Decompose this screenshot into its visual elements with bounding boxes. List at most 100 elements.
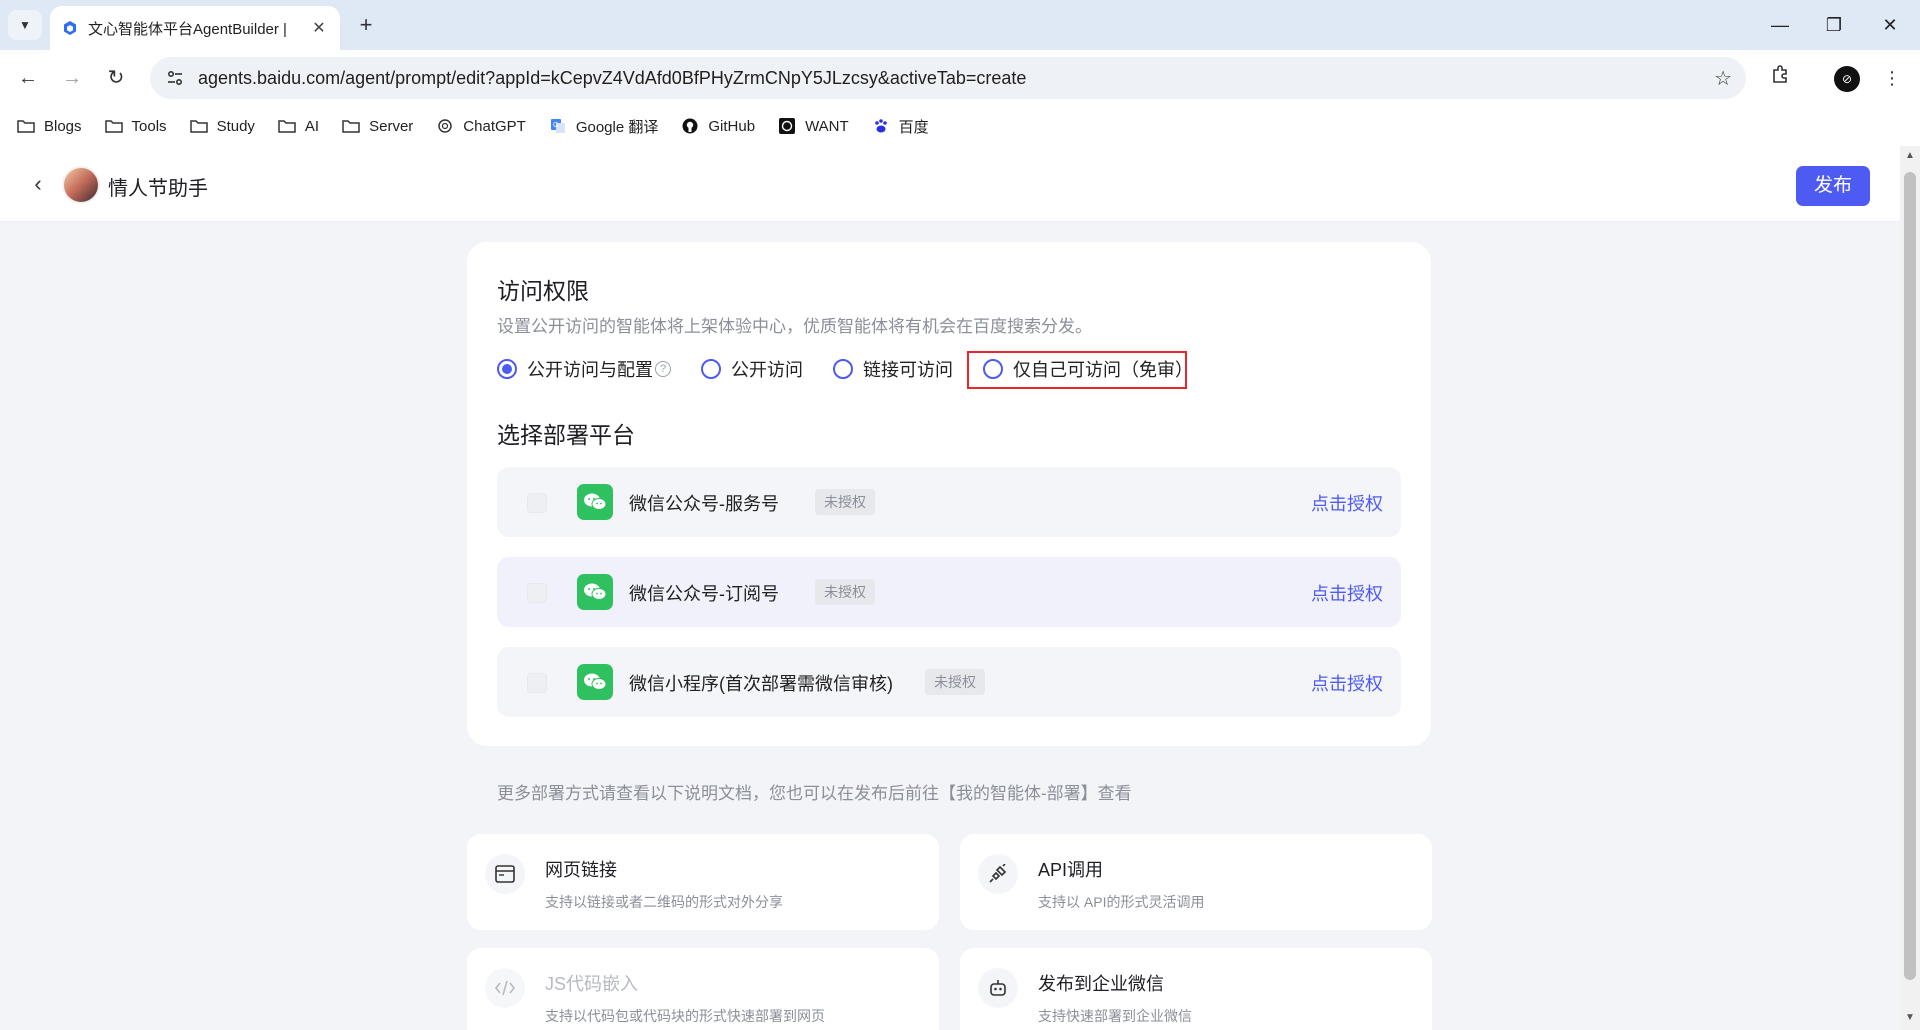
- openai-icon: [435, 118, 455, 134]
- folder-icon: [104, 118, 124, 134]
- bookmark-label: GitHub: [708, 117, 756, 135]
- radio-public-config[interactable]: 公开访问与配置 ?: [497, 356, 671, 382]
- authorize-link[interactable]: 点击授权: [1311, 580, 1383, 606]
- platform-checkbox[interactable]: [527, 673, 547, 693]
- bookmark-label: ChatGPT: [463, 117, 526, 135]
- status-badge: 未授权: [815, 579, 875, 605]
- deploy-option-api[interactable]: API调用 支持以 API的形式灵活调用: [960, 834, 1432, 930]
- bookmark-server[interactable]: Server: [341, 118, 413, 135]
- platform-checkbox[interactable]: [527, 583, 547, 603]
- platform-name: 微信小程序(首次部署需微信审核): [629, 674, 893, 694]
- platform-row-mini-program: 微信小程序(首次部署需微信审核) 未授权 点击授权: [497, 647, 1401, 717]
- bookmark-study[interactable]: Study: [189, 118, 255, 135]
- bookmark-github[interactable]: GitHub: [680, 118, 755, 135]
- deploy-option-wecom[interactable]: 发布到企业微信 支持快速部署到企业微信: [960, 948, 1432, 1030]
- new-tab-button[interactable]: +: [352, 12, 380, 40]
- radio-checked-icon: [497, 359, 517, 379]
- option-description: 支持快速部署到企业微信: [1038, 1008, 1192, 1024]
- code-icon: [485, 968, 525, 1008]
- app-header: ‹ 情人节助手 发布: [0, 146, 1920, 222]
- forward-arrow-icon[interactable]: →: [56, 62, 88, 94]
- option-title: 发布到企业微信: [1038, 974, 1164, 994]
- folder-icon: [16, 118, 36, 134]
- radio-label: 公开访问与配置: [527, 360, 653, 380]
- deploy-option-web-link[interactable]: 网页链接 支持以链接或者二维码的形式对外分享: [467, 834, 939, 930]
- bookmark-ai[interactable]: AI: [277, 118, 319, 135]
- status-badge: 未授权: [815, 489, 875, 515]
- publish-button[interactable]: 发布: [1796, 166, 1870, 206]
- browser-tab-bar: ▼ 文心智能体平台AgentBuilder | ✕ + — ❐ ✕: [0, 0, 1920, 50]
- bookmark-blogs[interactable]: Blogs: [16, 118, 82, 135]
- tab-search-button[interactable]: ▼: [8, 10, 42, 40]
- extensions-icon[interactable]: [1764, 62, 1796, 94]
- baidu-icon: [871, 118, 891, 134]
- folder-icon: [277, 118, 297, 134]
- radio-unchecked-icon: [701, 359, 721, 379]
- url-text: agents.baidu.com/agent/prompt/edit?appId…: [198, 67, 1027, 88]
- radio-public[interactable]: 公开访问: [701, 356, 803, 382]
- profile-avatar-icon[interactable]: ⊘: [1834, 66, 1860, 92]
- more-deploy-note: 更多部署方式请查看以下说明文档，您也可以在发布后前往【我的智能体-部署】查看: [497, 784, 1132, 803]
- authorize-link[interactable]: 点击授权: [1311, 670, 1383, 696]
- bookmark-label: Study: [216, 117, 255, 135]
- wechat-icon: [577, 574, 613, 610]
- close-window-button[interactable]: ✕: [1870, 10, 1910, 40]
- status-badge: 未授权: [925, 669, 985, 695]
- bookmark-chatgpt[interactable]: ChatGPT: [435, 118, 526, 135]
- github-icon: [680, 118, 700, 134]
- svg-text:G: G: [553, 122, 558, 129]
- translate-icon: G: [548, 118, 568, 134]
- browser-window-icon: [485, 854, 525, 894]
- option-title: 网页链接: [545, 860, 617, 880]
- bookmark-want[interactable]: WANT: [777, 118, 849, 135]
- platform-checkbox[interactable]: [527, 493, 547, 513]
- scroll-down-icon[interactable]: ▼: [1905, 1012, 1915, 1023]
- platform-name: 微信公众号-服务号: [629, 494, 779, 514]
- reload-icon[interactable]: ↻: [100, 62, 132, 94]
- radio-label: 链接可访问: [863, 360, 953, 380]
- agentbuilder-favicon-icon: [62, 20, 78, 36]
- bookmark-tools[interactable]: Tools: [104, 118, 167, 135]
- scrollbar-thumb[interactable]: [1904, 172, 1916, 980]
- radio-link-access[interactable]: 链接可访问: [833, 356, 953, 382]
- publish-settings-card: 访问权限 设置公开访问的智能体将上架体验中心，优质智能体将有机会在百度搜索分发。…: [467, 242, 1431, 746]
- back-arrow-icon[interactable]: ←: [12, 62, 44, 94]
- more-menu-icon[interactable]: ⋮: [1876, 62, 1908, 94]
- page-scrollbar[interactable]: ▲ ▼: [1900, 146, 1920, 1030]
- minimize-button[interactable]: —: [1760, 10, 1800, 40]
- option-title: API调用: [1038, 860, 1104, 880]
- chevron-down-icon: ▼: [19, 18, 31, 32]
- agent-avatar: [62, 166, 100, 204]
- bookmark-label: Tools: [131, 117, 167, 135]
- option-description: 支持以 API的形式灵活调用: [1038, 894, 1205, 910]
- wechat-icon: [577, 664, 613, 700]
- deploy-option-js-embed[interactable]: JS代码嵌入 支持以代码包或代码块的形式快速部署到网页: [467, 948, 939, 1030]
- help-icon[interactable]: ?: [655, 361, 671, 377]
- scroll-up-icon[interactable]: ▲: [1905, 150, 1915, 161]
- back-chevron-icon[interactable]: ‹: [24, 170, 52, 198]
- address-bar[interactable]: agents.baidu.com/agent/prompt/edit?appId…: [150, 57, 1746, 99]
- browser-tab-active[interactable]: 文心智能体平台AgentBuilder | ✕: [50, 6, 340, 50]
- bookmark-label: Google 翻译: [575, 118, 659, 136]
- folder-icon: [189, 118, 209, 134]
- authorize-link[interactable]: 点击授权: [1311, 490, 1383, 516]
- robot-icon: [978, 968, 1018, 1008]
- close-tab-icon[interactable]: ✕: [310, 18, 328, 38]
- bookmark-google-translate[interactable]: G Google 翻译: [548, 116, 659, 137]
- bookmarks-bar: Blogs Tools Study AI Server ChatGPT G Go…: [0, 106, 1920, 146]
- restore-button[interactable]: ❐: [1814, 10, 1854, 40]
- bookmark-label: WANT: [805, 117, 849, 135]
- radio-label: 公开访问: [731, 360, 803, 380]
- option-title: JS代码嵌入: [545, 974, 639, 994]
- tab-title: 文心智能体平台AgentBuilder |: [88, 20, 287, 38]
- access-title: 访问权限: [497, 278, 589, 304]
- radio-unchecked-icon: [833, 359, 853, 379]
- plug-icon: [978, 854, 1018, 894]
- bookmark-star-icon[interactable]: ☆: [1714, 66, 1732, 91]
- wechat-icon: [577, 484, 613, 520]
- bookmark-label: 百度: [898, 118, 929, 136]
- bookmark-baidu[interactable]: 百度: [871, 116, 929, 137]
- platform-name: 微信公众号-订阅号: [629, 584, 779, 604]
- site-settings-icon[interactable]: [164, 67, 186, 89]
- platform-title: 选择部署平台: [497, 422, 635, 448]
